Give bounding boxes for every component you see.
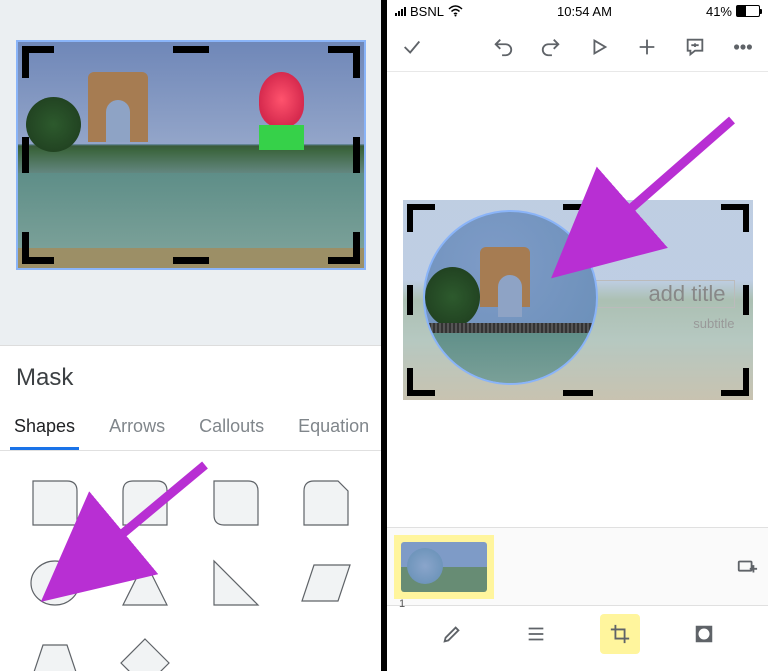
battery-icon [736,5,760,17]
slide-number: 1 [399,598,405,610]
crop-handle-bottom-right[interactable] [721,368,749,396]
canvas-area [0,0,381,342]
crop-handle-bottom-right[interactable] [328,232,360,264]
shape-right-triangle[interactable] [201,553,271,613]
crop-handle-top-right[interactable] [328,46,360,78]
signal-icon [395,7,406,16]
edit-button[interactable] [432,614,472,654]
slide-thumbnail[interactable]: 1 [397,538,491,596]
crop-handle-bottom-left[interactable] [22,232,54,264]
crop-handle-top[interactable] [563,204,593,210]
slide-canvas[interactable]: add title subtitle [387,72,768,527]
tab-arrows[interactable]: Arrows [105,406,169,450]
masked-image-frame[interactable]: add title subtitle [403,200,753,400]
done-button[interactable] [401,36,423,58]
crop-handle-top-left[interactable] [407,204,435,232]
shape-snip-round-corner[interactable] [291,473,361,533]
shape-round-single-corner[interactable] [20,473,90,533]
shape-grid [0,451,381,671]
mask-button[interactable] [684,614,724,654]
clock-label: 10:54 AM [557,4,612,19]
selected-image[interactable] [16,40,366,270]
title-placeholder[interactable]: add title [595,280,735,308]
crop-handle-bottom[interactable] [173,257,209,264]
present-button[interactable] [588,36,610,58]
tab-shapes[interactable]: Shapes [10,406,79,450]
crop-handle-top-right[interactable] [721,204,749,232]
mask-shape-picker-screen: Mask Shapes Arrows Callouts Equation [0,0,381,671]
wifi-icon [448,5,463,17]
tab-equation[interactable]: Equation [294,406,373,450]
undo-button[interactable] [492,36,514,58]
shape-parallelogram[interactable] [291,553,361,613]
bottom-toolbar [387,605,768,661]
crop-handle-left[interactable] [407,285,413,315]
status-bar: BSNL 10:54 AM 41% [387,0,768,22]
shape-oval[interactable] [20,553,90,613]
shape-trapezoid[interactable] [20,633,90,671]
crop-handle-bottom-left[interactable] [407,368,435,396]
tab-callouts[interactable]: Callouts [195,406,268,450]
shape-diamond[interactable] [110,633,180,671]
crop-handle-top-left[interactable] [22,46,54,78]
comment-button[interactable] [684,36,706,58]
more-button[interactable] [732,36,754,58]
slides-editor-screen: BSNL 10:54 AM 41% add title subtitle [387,0,768,671]
crop-handle-right[interactable] [353,137,360,173]
mask-category-tabs: Shapes Arrows Callouts Equation [0,406,381,451]
editor-toolbar [387,22,768,72]
text-format-button[interactable] [516,614,556,654]
crop-handle-bottom[interactable] [563,390,593,396]
crop-handle-right[interactable] [743,285,749,315]
battery-percentage: 41% [706,4,732,19]
shape-triangle[interactable] [110,553,180,613]
crop-handle-top[interactable] [173,46,209,53]
shape-round-opposite-corners[interactable] [201,473,271,533]
mask-sheet-title: Mask [0,346,381,406]
filmstrip: 1 [387,527,768,605]
crop-button[interactable] [600,614,640,654]
shape-round-same-side-corners[interactable] [110,473,180,533]
crop-handle-left[interactable] [22,137,29,173]
subtitle-placeholder[interactable]: subtitle [693,316,734,331]
masked-image-oval[interactable] [423,210,598,385]
redo-button[interactable] [540,36,562,58]
mask-sheet: Mask Shapes Arrows Callouts Equation [0,345,381,671]
new-slide-button[interactable] [736,556,758,578]
insert-button[interactable] [636,36,658,58]
carrier-label: BSNL [410,4,444,19]
